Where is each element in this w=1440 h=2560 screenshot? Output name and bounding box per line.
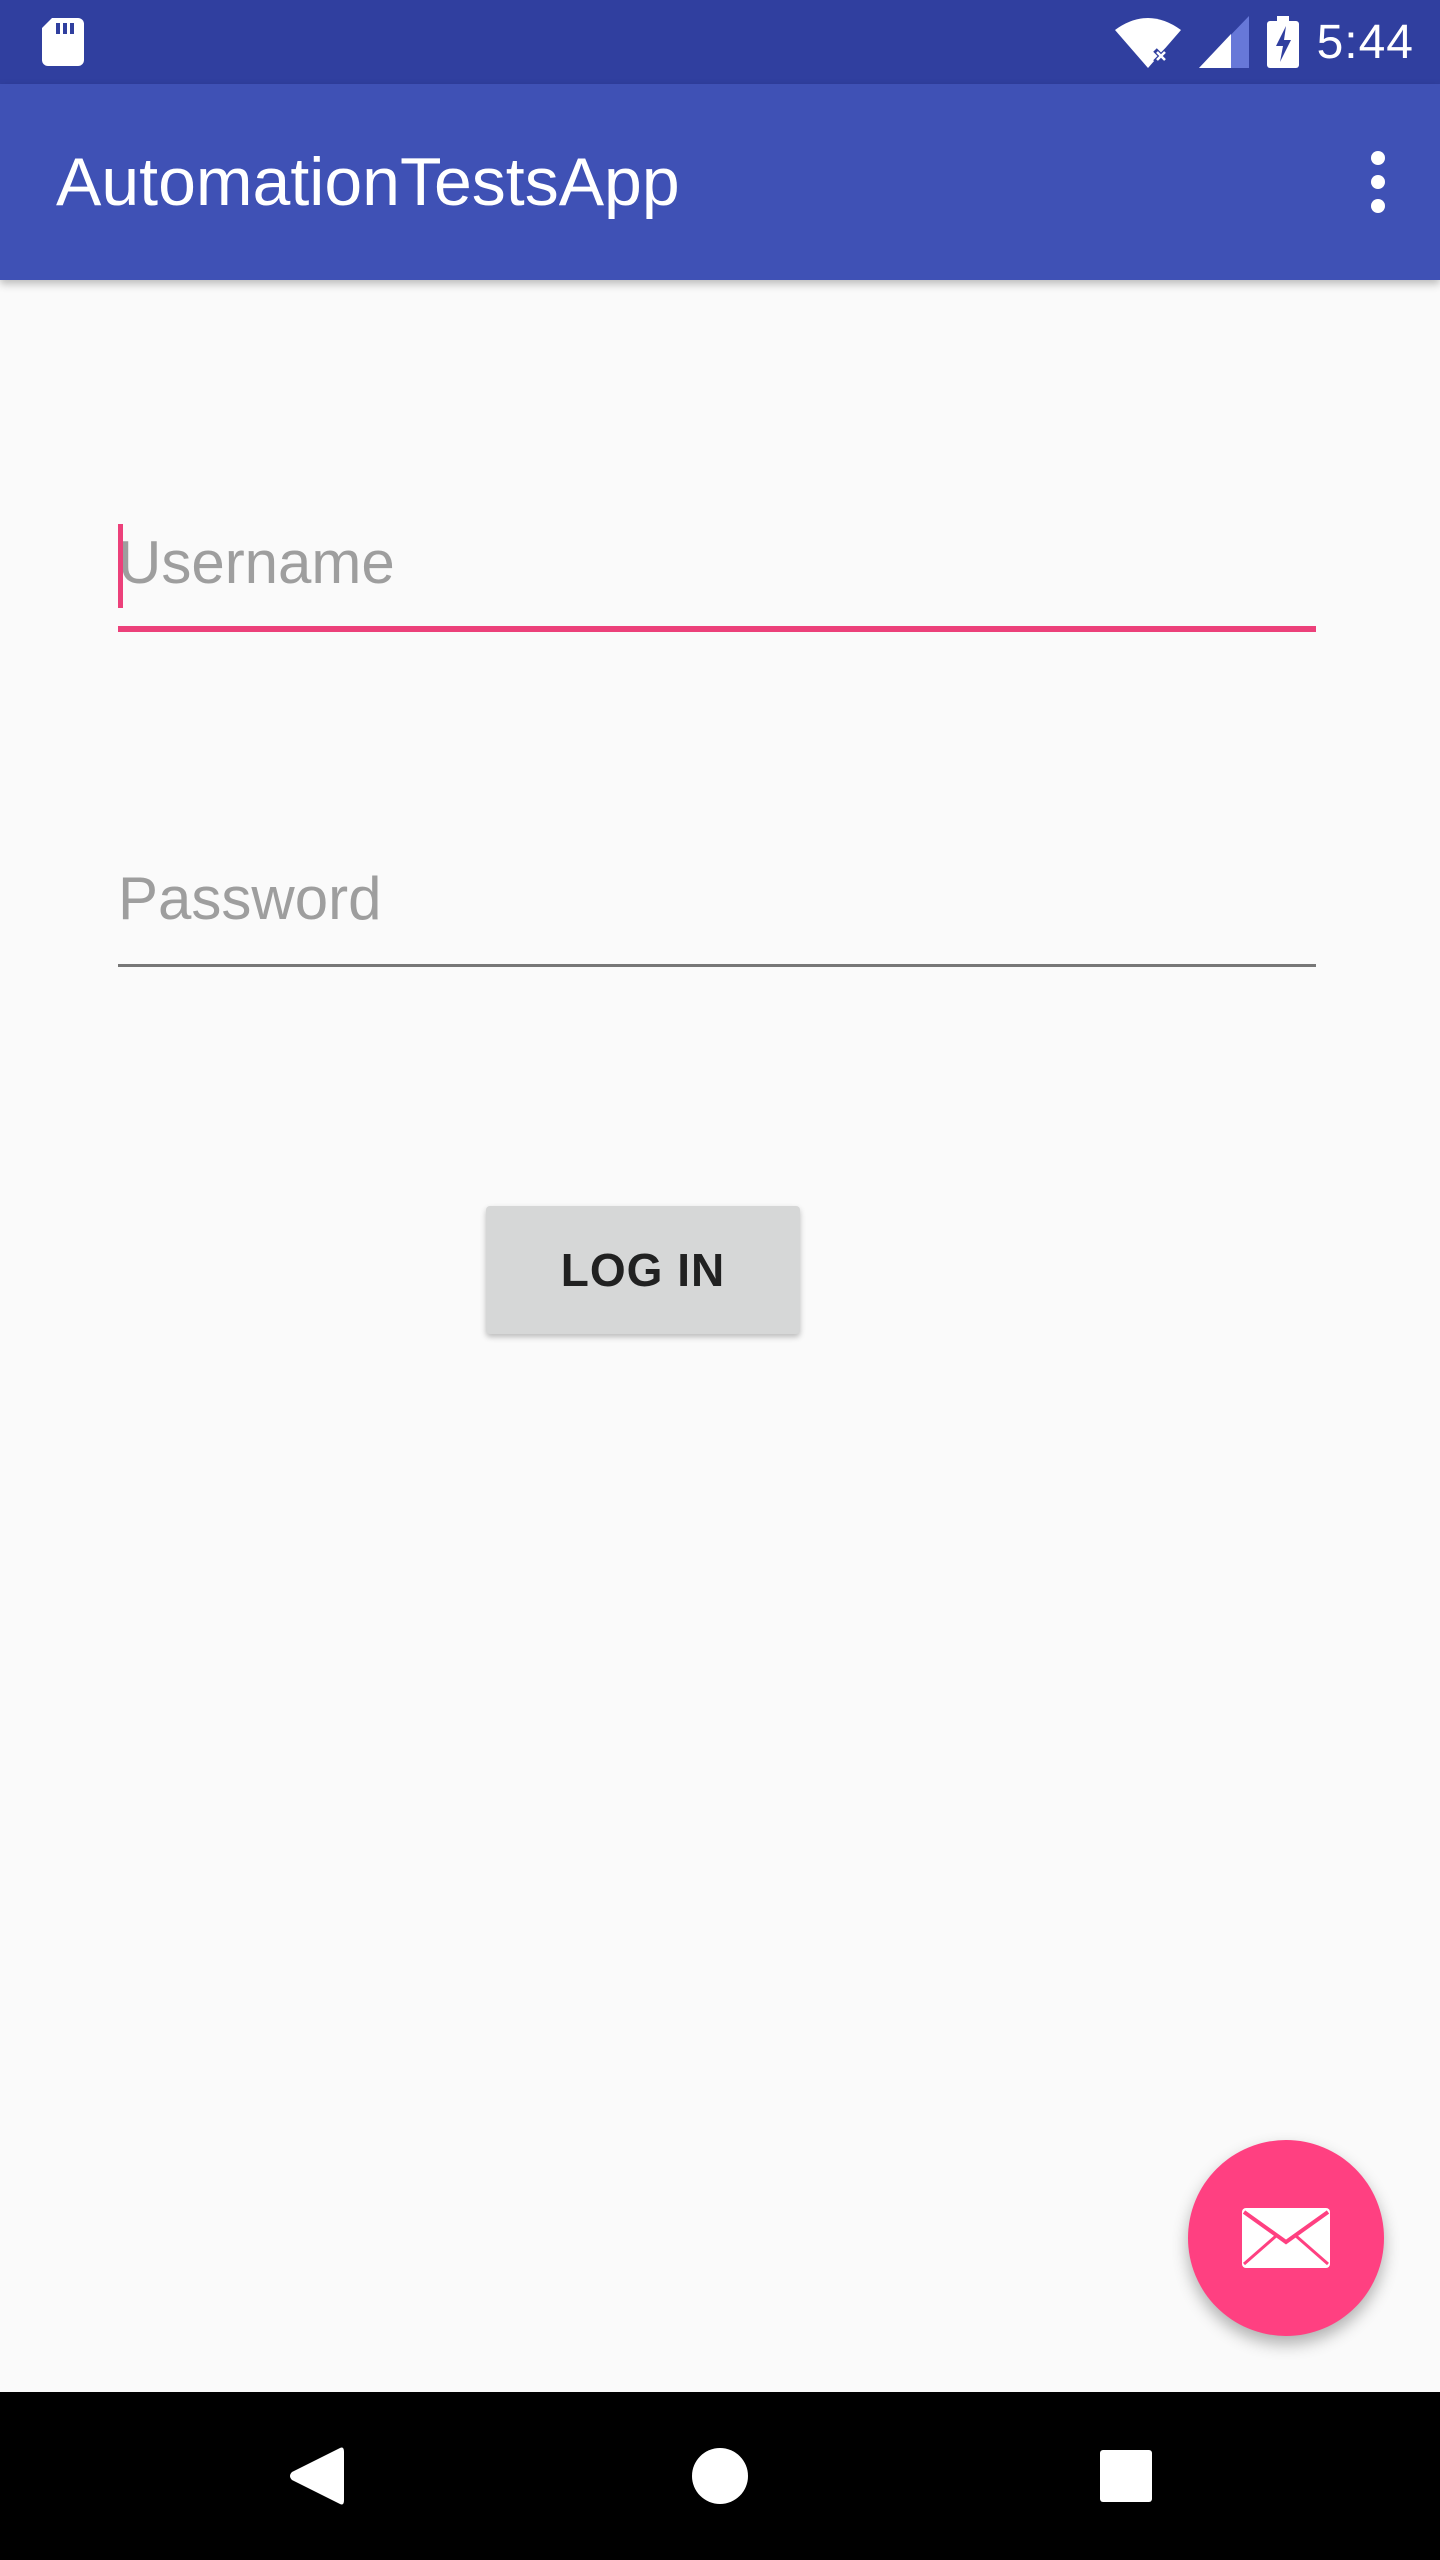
- password-input[interactable]: [118, 848, 1316, 948]
- back-icon: [290, 2447, 344, 2505]
- navigation-bar: [0, 2392, 1440, 2560]
- cell-signal-icon: [1198, 16, 1249, 68]
- text-cursor: [118, 524, 123, 608]
- login-button[interactable]: LOG IN: [486, 1206, 800, 1334]
- username-field[interactable]: [118, 512, 1316, 632]
- sd-card-icon: [42, 18, 84, 66]
- home-icon: [692, 2448, 748, 2504]
- home-button[interactable]: [650, 2392, 790, 2560]
- recents-button[interactable]: [1056, 2392, 1196, 2560]
- mail-icon: [1242, 2208, 1330, 2268]
- status-time: 5:44: [1316, 15, 1414, 69]
- app-title: AutomationTestsApp: [56, 144, 680, 220]
- more-vert-icon[interactable]: [1342, 140, 1414, 224]
- password-underline: [118, 964, 1316, 967]
- wifi-icon: [1114, 18, 1181, 68]
- app-bar: AutomationTestsApp: [0, 84, 1440, 280]
- mail-fab-button[interactable]: [1188, 2140, 1384, 2336]
- password-field[interactable]: [118, 848, 1316, 968]
- back-button[interactable]: [246, 2392, 386, 2560]
- username-input[interactable]: [118, 512, 1316, 612]
- battery-charging-icon: [1266, 16, 1299, 68]
- status-bar: 5:44: [0, 0, 1440, 84]
- username-underline: [118, 626, 1316, 632]
- recents-icon: [1100, 2450, 1152, 2502]
